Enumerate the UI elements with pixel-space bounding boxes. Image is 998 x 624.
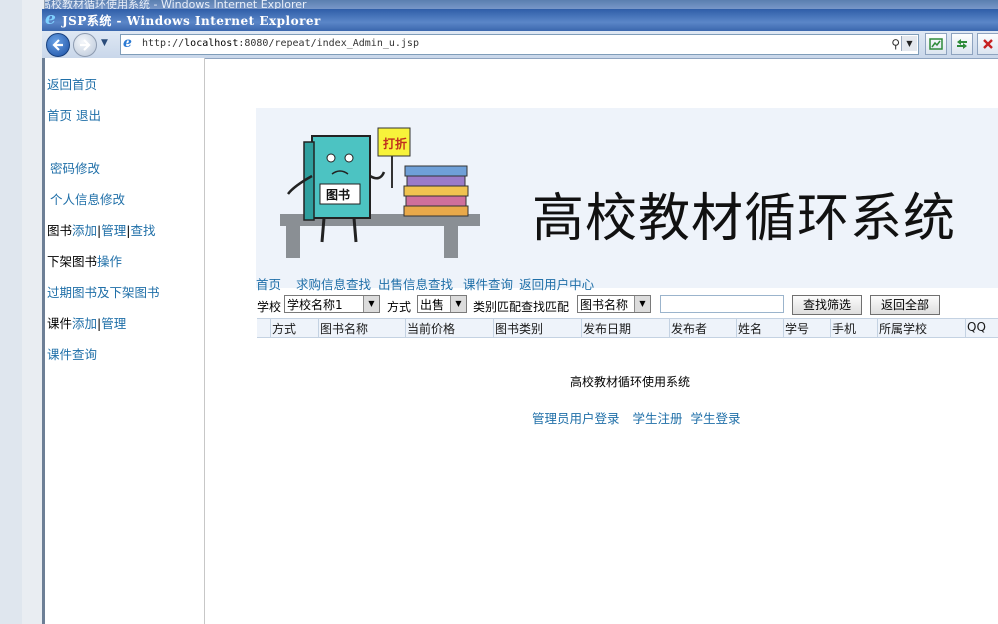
sidebar-item-courseware-search[interactable]: 课件查询	[47, 344, 97, 363]
site-banner: 图书 打折 高校教材循环系统	[256, 108, 998, 288]
window-titlebar: e JSP系统 - Windows Internet Explorer	[42, 9, 998, 31]
footer-links: 管理员用户登录 学生注册 学生登录	[532, 408, 754, 427]
column-header: 当前价格	[407, 322, 456, 336]
category-label: 类别匹配查找匹配	[473, 300, 570, 314]
chevron-down-icon: ▼	[634, 296, 650, 312]
discount-sign-label: 打折	[383, 137, 408, 151]
school-select[interactable]: 学校名称1 ▼	[284, 295, 380, 313]
courseware-add-link[interactable]: 添加	[72, 316, 97, 331]
nav-user-center-link[interactable]: 返回用户中心	[519, 277, 594, 292]
history-dropdown-icon[interactable]: ▼	[101, 38, 111, 48]
back-button[interactable]	[46, 33, 70, 57]
stop-button[interactable]	[977, 33, 998, 55]
background-window-edge	[0, 0, 23, 624]
arrow-right-icon	[80, 39, 91, 51]
banner-title: 高校教材循环系统	[532, 189, 957, 249]
column-header: 方式	[272, 322, 297, 336]
column-header: 所属学校	[879, 322, 928, 336]
books-label: 图书	[47, 223, 73, 238]
sidebar-item-logout[interactable]: 首页 退出	[47, 105, 101, 124]
student-login-link[interactable]: 学生登录	[691, 411, 741, 426]
compatibility-icon	[929, 38, 943, 50]
search-icon[interactable]: ⚲	[891, 37, 900, 51]
results-table-header: 方式 图书名称 当前价格 图书类别 发布日期 发布者 姓名 学号 手机 所属学校…	[257, 318, 998, 338]
book-manage-link[interactable]: 管理	[101, 223, 126, 238]
search-input[interactable]	[660, 295, 784, 313]
forward-button[interactable]	[73, 33, 97, 57]
column-header: 学号	[785, 322, 810, 336]
refresh-button[interactable]	[951, 33, 973, 55]
home-logout-link[interactable]: 首页 退出	[47, 108, 101, 123]
delist-label: 下架图书	[47, 254, 98, 269]
sidebar: 返回首页 首页 退出 密码修改 个人信息修改 图书添加|管理|查找 下架图书操作…	[45, 58, 205, 624]
nav-courseware-search-link[interactable]: 课件查询	[463, 277, 513, 292]
address-url[interactable]: http://localhost:8080/repeat/index_Admin…	[142, 38, 419, 49]
compatibility-view-button[interactable]	[925, 33, 947, 55]
arrow-left-icon	[52, 39, 63, 51]
admin-login-link[interactable]: 管理员用户登录	[532, 411, 620, 426]
sidebar-item-courseware: 课件添加|管理	[47, 316, 127, 331]
browser-toolbar: ▼ e http://localhost:8080/repeat/index_A…	[42, 31, 998, 59]
chevron-down-icon: ▼	[450, 296, 466, 312]
sidebar-item-password[interactable]: 密码修改	[50, 158, 100, 177]
close-icon	[983, 39, 993, 49]
address-dropdown-icon[interactable]: ▼	[901, 36, 917, 51]
nav-sell-search-link[interactable]: 出售信息查找	[378, 277, 453, 292]
delist-operate-link[interactable]: 操作	[97, 254, 122, 269]
refresh-icon	[957, 39, 967, 49]
courseware-search-link[interactable]: 课件查询	[47, 347, 97, 362]
ie-logo-icon: e	[45, 9, 56, 29]
expired-books-link[interactable]: 过期图书及下架图书	[47, 285, 160, 300]
mode-select[interactable]: 出售 ▼	[417, 295, 467, 313]
sidebar-item-profile[interactable]: 个人信息修改	[50, 189, 125, 208]
top-navigation: 首页 求购信息查找 出售信息查找 课件查询 返回用户中心	[256, 274, 604, 293]
nav-buy-search-link[interactable]: 求购信息查找	[296, 277, 371, 292]
column-header: 发布日期	[583, 322, 632, 336]
filter-bar: 学校 学校名称1 ▼ 方式 出售 ▼ 类别匹配查找匹配 图书名称 ▼ 查找筛选 …	[257, 295, 998, 315]
category-select-value: 图书名称	[580, 298, 629, 312]
column-header: 姓名	[738, 322, 763, 336]
footer-title: 高校教材循环使用系统	[570, 375, 691, 389]
profile-edit-link[interactable]: 个人信息修改	[50, 192, 125, 207]
sidebar-item-expired[interactable]: 过期图书及下架图书	[47, 282, 160, 301]
column-header: 发布者	[671, 322, 708, 336]
book-label: 图书	[326, 188, 351, 202]
student-register-link[interactable]: 学生注册	[633, 411, 683, 426]
address-bar[interactable]: e http://localhost:8080/repeat/index_Adm…	[120, 34, 919, 55]
column-header: 图书名称	[320, 322, 369, 336]
category-select[interactable]: 图书名称 ▼	[577, 295, 651, 313]
password-change-link[interactable]: 密码修改	[50, 161, 100, 176]
column-header: 手机	[832, 322, 857, 336]
sidebar-item-books: 图书添加|管理|查找	[47, 223, 156, 238]
page-icon: e	[123, 35, 132, 51]
sidebar-item-home[interactable]: 返回首页	[47, 74, 97, 93]
column-header: QQ	[967, 320, 986, 334]
return-home-link[interactable]: 返回首页	[47, 77, 97, 92]
school-label: 学校	[257, 300, 282, 314]
book-search-link[interactable]: 查找	[130, 223, 155, 238]
show-all-button[interactable]: 返回全部	[870, 295, 940, 315]
mode-select-value: 出售	[420, 298, 445, 312]
sidebar-item-delist: 下架图书操作	[47, 251, 122, 270]
nav-home-link[interactable]: 首页	[256, 277, 281, 292]
search-filter-button[interactable]: 查找筛选	[792, 295, 862, 315]
school-select-value: 学校名称1	[287, 298, 343, 312]
chevron-down-icon: ▼	[363, 296, 379, 312]
book-add-link[interactable]: 添加	[72, 223, 97, 238]
courseware-manage-link[interactable]: 管理	[101, 316, 126, 331]
courseware-label: 课件	[47, 316, 73, 331]
column-header: 图书类别	[495, 322, 544, 336]
mode-label: 方式	[387, 300, 412, 314]
window-title: JSP系统 - Windows Internet Explorer	[62, 14, 321, 28]
